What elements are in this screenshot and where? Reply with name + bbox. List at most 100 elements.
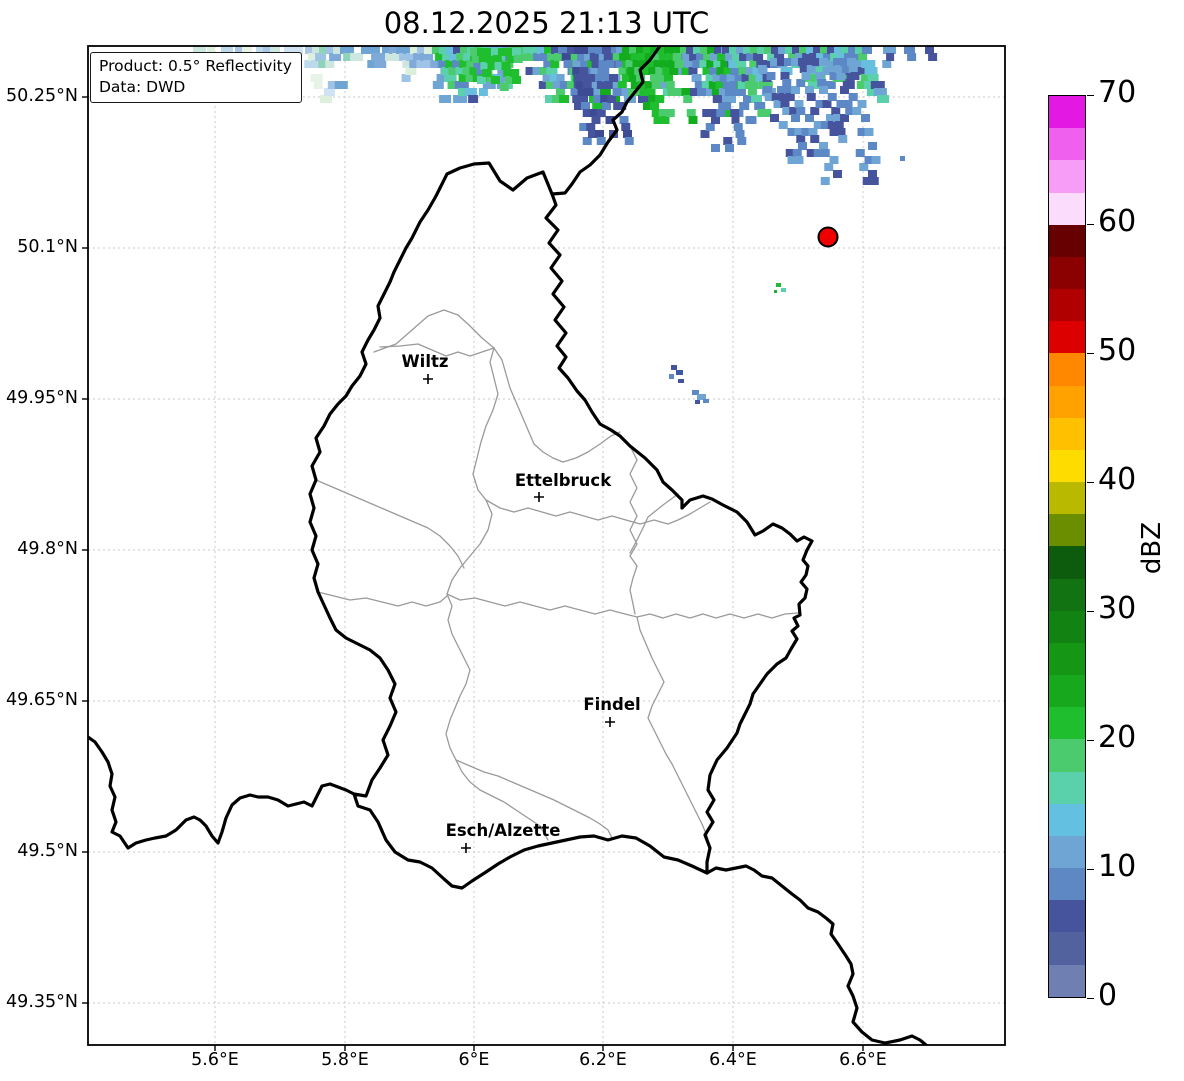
echo-cell [501, 62, 511, 70]
echo-cell [907, 53, 917, 61]
country-borders [88, 46, 928, 1045]
echo-cell [732, 88, 746, 96]
echo-cell [737, 137, 747, 145]
echo-cell [733, 123, 743, 131]
echo-cell [778, 121, 788, 129]
colorbar-block [1049, 675, 1085, 708]
echo-cell [478, 88, 488, 96]
echo-cell [820, 177, 830, 185]
echo-speck [774, 290, 777, 293]
echo-cell [595, 130, 604, 138]
echo-cell [864, 128, 874, 136]
colorbar-block [1049, 771, 1085, 804]
echo-cell [510, 69, 520, 77]
district-border-line [562, 431, 621, 463]
colorbar-block [1049, 835, 1085, 869]
echo-cell [722, 95, 736, 103]
echo-cell [848, 65, 858, 73]
colorbar-block [1049, 868, 1085, 901]
echo-cell [882, 60, 892, 68]
echo-cell [877, 95, 889, 103]
echo-cell [782, 79, 792, 87]
echo-cell [621, 123, 631, 131]
echo-cell [589, 53, 599, 61]
echo-cell [745, 67, 754, 75]
echo-cell [586, 123, 596, 131]
echo-cell [482, 69, 492, 77]
colorbar-tick-label: 20 [1098, 720, 1137, 755]
echo-cell [714, 46, 722, 54]
echo-cell [689, 53, 698, 61]
colorbar-block [1049, 385, 1085, 418]
echo-cell [700, 130, 710, 138]
echo-cell [838, 135, 848, 143]
lat-tick-label: 50.1°N [17, 237, 78, 257]
echo-cell [796, 79, 806, 87]
echo-cell [771, 46, 779, 54]
echo-cell [861, 114, 870, 122]
district-border-line [629, 445, 638, 615]
colorbar-block [1049, 803, 1085, 836]
datasource-line: Data: DWD [99, 78, 186, 96]
echo-cell [791, 114, 800, 122]
colorbar-block [1049, 707, 1085, 740]
lon-tick-label: 6.4°E [709, 1050, 757, 1070]
echo-cell [785, 93, 795, 101]
echo-cell [739, 53, 748, 61]
echo-cell [810, 135, 820, 143]
colorbar-tick-label: 10 [1098, 849, 1137, 884]
echo-cell [815, 72, 825, 80]
echo-cell [697, 88, 706, 96]
echo-cell [730, 109, 740, 117]
echo-cell [723, 137, 733, 145]
echo-cell [334, 81, 348, 89]
echo-speck [703, 399, 709, 403]
colorbar-block [1049, 417, 1085, 450]
echo-speck [678, 379, 684, 383]
echo-cell [883, 46, 896, 54]
echo-speck [669, 374, 674, 379]
echo-cell [763, 86, 772, 94]
echo-cell [868, 142, 877, 150]
echo-cell [464, 88, 477, 96]
echo-cell [824, 163, 834, 171]
echo-cell [444, 74, 457, 82]
plot-frame [87, 45, 1006, 1046]
echo-cell [612, 88, 622, 96]
colorbar-block [1049, 160, 1085, 193]
radar-site-marker [817, 226, 839, 248]
echo-cell [848, 93, 858, 101]
colorbar-block [1049, 128, 1085, 161]
echo-cell [320, 95, 333, 103]
lat-tick-label: 49.95°N [6, 388, 78, 408]
echo-cell [660, 116, 670, 124]
echo-cell [512, 76, 521, 84]
colorbar-block [1049, 482, 1085, 515]
echo-cell [432, 81, 444, 89]
echo-cell [664, 74, 673, 82]
echo-cell [729, 81, 738, 89]
echo-cell [556, 74, 565, 82]
lon-tick-label: 6°E [458, 1050, 490, 1070]
echo-cell [819, 86, 828, 94]
district-border-line [315, 479, 465, 569]
echo-speck [695, 400, 700, 404]
echo-cell [559, 95, 569, 103]
echo-cell [794, 100, 804, 108]
echo-cell [491, 76, 500, 84]
echo-cell [691, 74, 702, 82]
city-label: Esch/Alzette [446, 821, 561, 840]
echo-cell [806, 65, 816, 73]
echo-cell [591, 116, 601, 124]
echo-cell [735, 60, 747, 68]
echo-cell [840, 86, 849, 94]
echo-cell [512, 48, 521, 56]
colorbar-tick-label: 0 [1098, 978, 1118, 1013]
echo-cell [801, 72, 811, 80]
echo-cell [651, 81, 661, 89]
colorbar-block [1049, 546, 1085, 579]
colorbar-tick-label: 60 [1098, 204, 1137, 239]
echo-cell [744, 81, 759, 89]
colorbar-tick-label: 30 [1098, 591, 1137, 626]
product-info-box: Product: 0.5° Reflectivity Data: DWD [90, 52, 302, 103]
